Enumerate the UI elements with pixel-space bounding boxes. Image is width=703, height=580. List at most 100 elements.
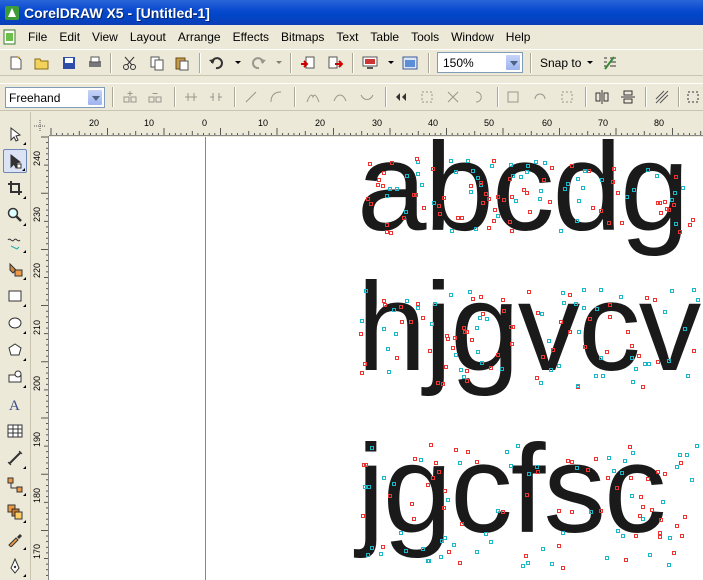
- curve-node[interactable]: [670, 197, 675, 202]
- curve-node[interactable]: [449, 228, 454, 233]
- curve-node[interactable]: [405, 173, 410, 178]
- curve-node[interactable]: [478, 295, 483, 300]
- curve-node[interactable]: [384, 229, 389, 234]
- curve-node[interactable]: [528, 209, 533, 214]
- curve-node[interactable]: [653, 297, 658, 302]
- curve-node[interactable]: [363, 289, 368, 294]
- curve-node[interactable]: [466, 158, 471, 163]
- curve-node[interactable]: [641, 504, 646, 509]
- curve-node[interactable]: [556, 509, 561, 514]
- curve-node[interactable]: [385, 223, 390, 228]
- curve-node[interactable]: [634, 534, 639, 539]
- curve-node[interactable]: [382, 170, 387, 175]
- curve-node[interactable]: [469, 183, 474, 188]
- curve-node[interactable]: [431, 475, 436, 480]
- curve-node[interactable]: [385, 347, 390, 352]
- curve-node[interactable]: [505, 450, 510, 455]
- curve-node[interactable]: [429, 321, 434, 326]
- reflect-horizontally-button[interactable]: [592, 88, 612, 106]
- smooth-node-button[interactable]: [330, 88, 350, 106]
- curve-node[interactable]: [428, 349, 433, 354]
- curve-node[interactable]: [534, 376, 539, 381]
- curve-node[interactable]: [538, 381, 543, 386]
- zoom-tool-icon[interactable]: [3, 203, 27, 227]
- curve-node[interactable]: [582, 344, 587, 349]
- curve-node[interactable]: [500, 509, 505, 514]
- curve-node[interactable]: [541, 547, 546, 552]
- curve-node[interactable]: [663, 199, 667, 204]
- curve-node[interactable]: [623, 459, 628, 463]
- curve-node[interactable]: [508, 176, 513, 181]
- paste-button[interactable]: [172, 54, 192, 72]
- document-icon[interactable]: [2, 29, 18, 45]
- curve-node[interactable]: [471, 168, 476, 173]
- curve-node[interactable]: [400, 319, 405, 324]
- curve-node[interactable]: [524, 191, 529, 196]
- curve-node[interactable]: [496, 509, 501, 514]
- curve-node[interactable]: [382, 303, 387, 308]
- curve-node[interactable]: [659, 211, 664, 216]
- curve-node[interactable]: [459, 522, 464, 527]
- curve-node[interactable]: [409, 319, 413, 324]
- curve-node[interactable]: [542, 160, 547, 165]
- curve-node[interactable]: [619, 470, 624, 475]
- curve-node[interactable]: [501, 298, 506, 303]
- convert-to-curve-button[interactable]: [266, 88, 286, 106]
- curve-node[interactable]: [458, 461, 463, 466]
- curve-node[interactable]: [458, 560, 463, 565]
- curve-node[interactable]: [523, 553, 528, 558]
- curve-node[interactable]: [492, 208, 497, 213]
- curve-node[interactable]: [363, 361, 368, 366]
- curve-node[interactable]: [510, 228, 515, 233]
- curve-node[interactable]: [588, 316, 593, 321]
- save-button[interactable]: [59, 54, 79, 72]
- shape-tool-icon[interactable]: [3, 149, 27, 173]
- curve-node[interactable]: [437, 204, 442, 209]
- curve-node[interactable]: [534, 465, 539, 470]
- curve-node[interactable]: [409, 501, 414, 506]
- curve-text-line-1[interactable]: abcdg: [357, 137, 690, 250]
- curve-node[interactable]: [562, 186, 567, 191]
- curve-node[interactable]: [525, 493, 530, 498]
- curve-node[interactable]: [569, 164, 574, 169]
- curve-node[interactable]: [611, 166, 616, 171]
- import-button[interactable]: [298, 54, 318, 72]
- menu-window[interactable]: Window: [445, 27, 500, 47]
- polygon-tool-icon[interactable]: [3, 338, 27, 362]
- curve-node[interactable]: [448, 292, 453, 297]
- curve-node[interactable]: [509, 341, 514, 346]
- curve-node[interactable]: [469, 189, 474, 194]
- curve-node[interactable]: [437, 211, 442, 216]
- blend-tool-icon[interactable]: [3, 500, 27, 524]
- curve-node[interactable]: [687, 223, 692, 228]
- curve-node[interactable]: [586, 467, 590, 472]
- curve-node[interactable]: [437, 470, 442, 475]
- curve-node[interactable]: [671, 203, 676, 208]
- curve-node[interactable]: [411, 516, 416, 521]
- curve-node[interactable]: [441, 196, 446, 201]
- curve-node[interactable]: [368, 161, 373, 166]
- print-button[interactable]: [85, 54, 105, 72]
- menu-table[interactable]: Table: [364, 27, 405, 47]
- curve-node[interactable]: [432, 301, 437, 306]
- curve-node[interactable]: [668, 536, 673, 541]
- export-button[interactable]: [325, 54, 345, 72]
- curve-node[interactable]: [628, 476, 633, 481]
- curve-node[interactable]: [678, 453, 683, 458]
- curve-node[interactable]: [654, 174, 659, 179]
- curve-node[interactable]: [489, 366, 494, 371]
- curve-node[interactable]: [385, 194, 390, 199]
- text-tool-icon[interactable]: A: [3, 392, 27, 416]
- ellipse-tool-icon[interactable]: [3, 311, 27, 335]
- redo-button[interactable]: [249, 54, 269, 72]
- curve-node[interactable]: [367, 485, 372, 489]
- delete-node-button[interactable]: [145, 88, 165, 106]
- curve-node[interactable]: [658, 531, 663, 536]
- curve-node[interactable]: [451, 542, 456, 547]
- menu-text[interactable]: Text: [330, 27, 364, 47]
- curve-node[interactable]: [369, 445, 374, 450]
- curve-node[interactable]: [648, 553, 653, 558]
- menu-effects[interactable]: Effects: [227, 27, 275, 47]
- curve-node[interactable]: [382, 476, 387, 481]
- curve-node[interactable]: [633, 367, 638, 372]
